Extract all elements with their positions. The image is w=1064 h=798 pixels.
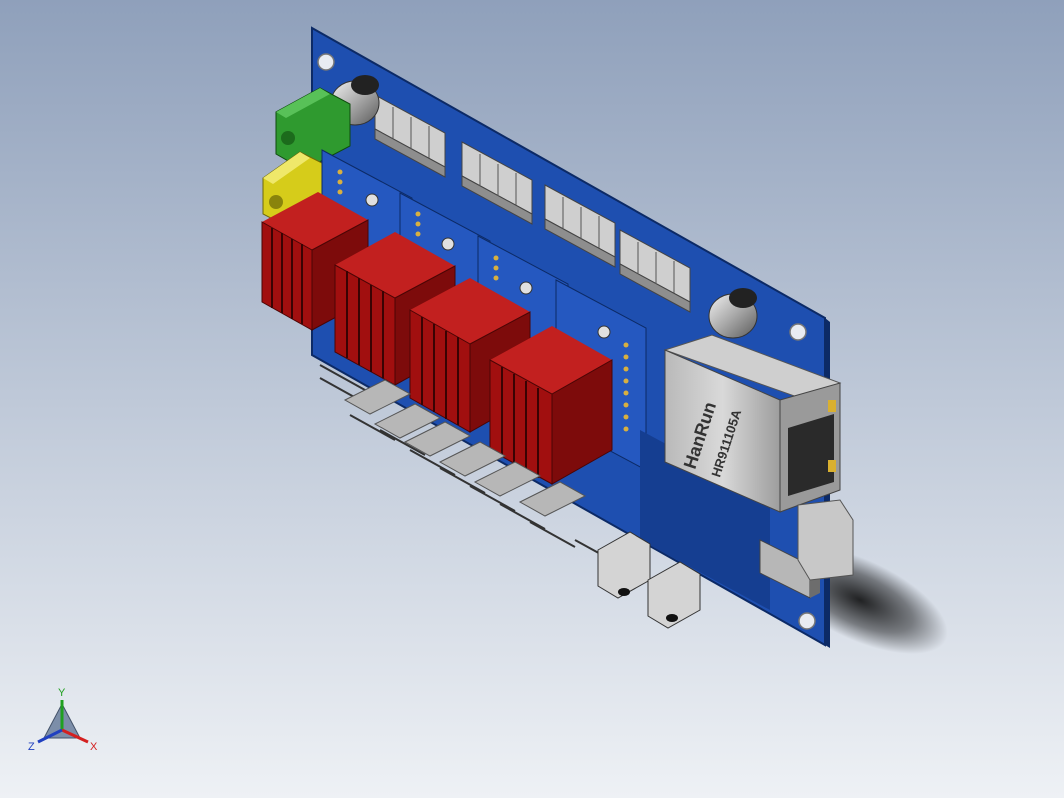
triad-x-label: X	[90, 741, 98, 753]
cad-scene[interactable]: HanRun HR911105A Y X Z	[0, 0, 1064, 798]
mounting-hole	[798, 612, 816, 630]
sd-card-slot[interactable]	[797, 499, 854, 581]
ethernet-led-1	[828, 400, 836, 412]
ethernet-led-2	[828, 460, 836, 472]
triad-y-label: Y	[58, 687, 66, 699]
mounting-hole	[317, 53, 335, 71]
triad-z-label: Z	[28, 741, 35, 753]
ethernet-port-opening	[788, 414, 834, 496]
graphics-viewport[interactable]: HanRun HR911105A Y X Z	[0, 0, 1064, 798]
mounting-hole	[789, 323, 807, 341]
